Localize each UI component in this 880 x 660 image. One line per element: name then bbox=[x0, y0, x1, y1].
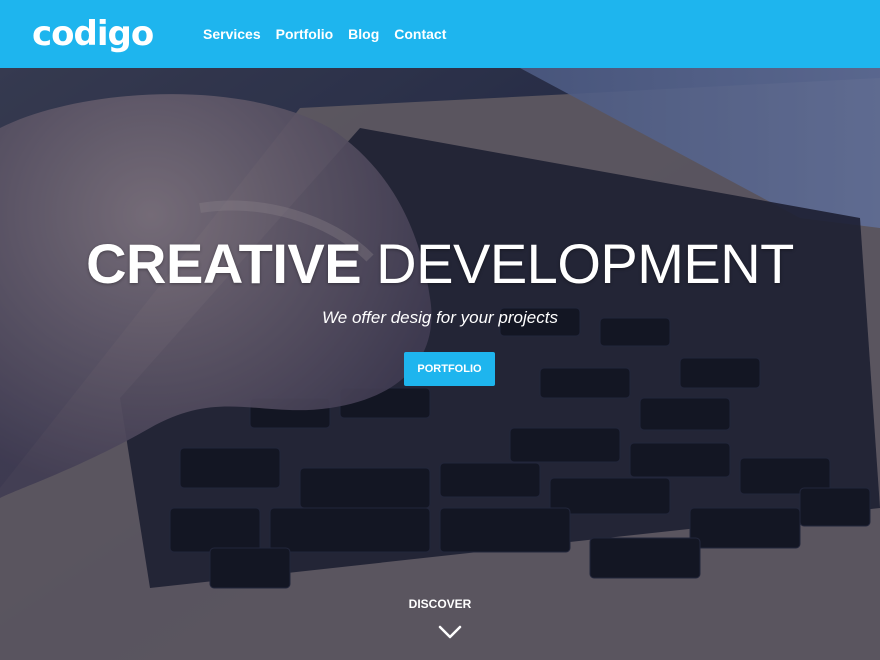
chevron-down-icon[interactable] bbox=[438, 624, 462, 640]
hero-subtitle: We offer desig for your projects bbox=[322, 308, 558, 327]
discover-label[interactable]: DISCOVER bbox=[0, 596, 880, 612]
navbar: codigo Services Portfolio Blog Contact bbox=[0, 0, 880, 68]
nav-blog[interactable]: Blog bbox=[348, 24, 379, 44]
hero-title: CREATIVE DEVELOPMENT bbox=[0, 232, 880, 296]
nav-contact[interactable]: Contact bbox=[394, 24, 446, 44]
portfolio-button[interactable]: PORTFOLIO bbox=[404, 352, 495, 386]
nav-services[interactable]: Services bbox=[203, 24, 261, 44]
hero-title-light: DEVELOPMENT bbox=[376, 232, 794, 295]
main-nav: Services Portfolio Blog Contact bbox=[203, 24, 446, 44]
nav-portfolio[interactable]: Portfolio bbox=[276, 24, 334, 44]
hero-title-strong: CREATIVE bbox=[86, 232, 362, 295]
logo[interactable]: codigo bbox=[32, 14, 154, 54]
